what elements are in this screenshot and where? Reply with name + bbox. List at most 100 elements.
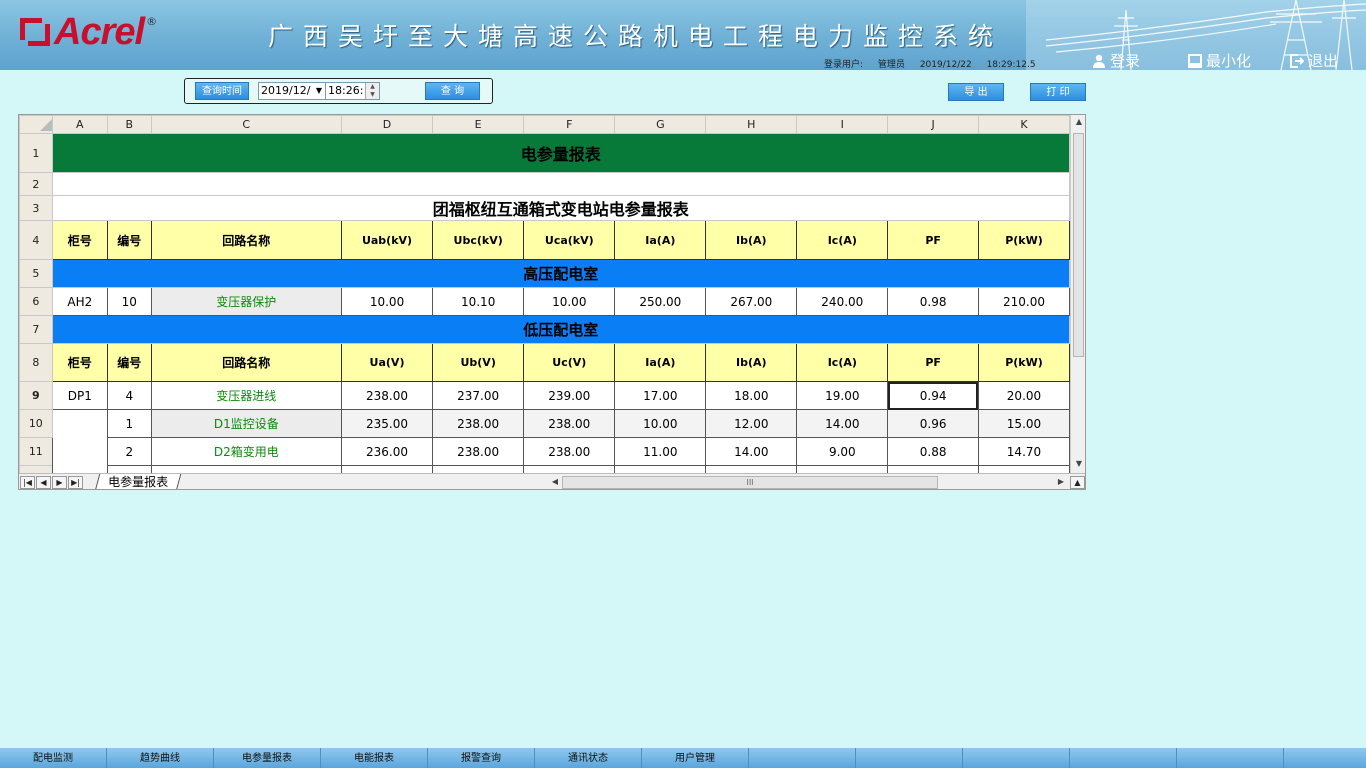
row-header[interactable]: 8: [19, 343, 53, 382]
dropdown-arrow-icon[interactable]: ▼: [316, 83, 322, 99]
header-cell[interactable]: Ua(V): [340, 343, 434, 382]
circuit-name-cell[interactable]: 变压器进线: [150, 381, 342, 410]
header-cell[interactable]: Uab(kV): [340, 220, 434, 260]
empty-cell[interactable]: [887, 465, 979, 473]
value-cell[interactable]: 14.00: [705, 437, 798, 466]
circuit-name-cell[interactable]: 变压器保护: [150, 287, 342, 316]
first-sheet-icon[interactable]: |◀: [20, 476, 35, 489]
cabinet-cell[interactable]: AH2: [51, 287, 109, 316]
value-cell[interactable]: 237.00: [432, 381, 525, 410]
value-cell[interactable]: 10.00: [523, 287, 616, 316]
scroll-up-corner-icon[interactable]: ▲: [1070, 476, 1085, 489]
query-button[interactable]: 查 询: [425, 82, 480, 100]
header-cell[interactable]: P(kW): [977, 343, 1070, 382]
scroll-thumb[interactable]: [1073, 133, 1084, 357]
circuit-name-cell[interactable]: D2箱变用电: [150, 437, 342, 466]
value-cell[interactable]: 20.00: [977, 381, 1070, 410]
time-spinner[interactable]: ▲ ▼: [365, 83, 379, 99]
value-cell[interactable]: 0.88: [887, 437, 979, 466]
value-cell[interactable]: 18.00: [705, 381, 798, 410]
value-cell[interactable]: 17.00: [614, 381, 707, 410]
column-header[interactable]: I: [796, 115, 889, 134]
empty-cell[interactable]: [523, 465, 616, 473]
value-cell[interactable]: 19.00: [796, 381, 889, 410]
nav-empty[interactable]: [749, 748, 856, 768]
sheet-tab-active[interactable]: 电参量报表: [94, 474, 182, 489]
value-cell[interactable]: 10.10: [432, 287, 525, 316]
empty-cell[interactable]: [107, 465, 152, 473]
value-cell[interactable]: 15.00: [977, 409, 1070, 438]
value-cell[interactable]: 238.00: [340, 381, 434, 410]
value-cell[interactable]: 238.00: [523, 437, 616, 466]
value-cell[interactable]: 238.00: [523, 409, 616, 438]
header-cell[interactable]: 回路名称: [150, 343, 342, 382]
row-header[interactable]: 6: [19, 287, 53, 316]
query-time-button[interactable]: 查询时间: [195, 82, 249, 100]
row-header-selected[interactable]: 9: [19, 381, 53, 410]
header-cell[interactable]: P(kW): [977, 220, 1070, 260]
cabinet-cell[interactable]: [51, 409, 109, 473]
nav-energy-report[interactable]: 电能报表: [321, 748, 428, 768]
row-header[interactable]: 7: [19, 315, 53, 344]
header-cell[interactable]: Ic(A): [796, 220, 889, 260]
circuit-name-cell[interactable]: D1监控设备: [150, 409, 342, 438]
row-header[interactable]: 10: [19, 409, 53, 438]
exit-button[interactable]: 退出: [1290, 50, 1338, 70]
header-cell[interactable]: Uc(V): [523, 343, 616, 382]
value-cell[interactable]: 236.00: [340, 437, 434, 466]
row-header[interactable]: 2: [19, 172, 53, 196]
value-cell[interactable]: 14.00: [796, 409, 889, 438]
number-cell[interactable]: 1: [107, 409, 152, 438]
column-header[interactable]: H: [705, 115, 798, 134]
header-cell[interactable]: Ia(A): [614, 343, 707, 382]
scroll-right-icon[interactable]: ▶: [1053, 477, 1069, 486]
header-cell[interactable]: Ubc(kV): [432, 220, 525, 260]
empty-cell[interactable]: [977, 465, 1070, 473]
column-header[interactable]: F: [523, 115, 616, 134]
lv-section-title[interactable]: 低压配电室: [51, 315, 1070, 344]
value-cell[interactable]: 238.00: [432, 409, 525, 438]
header-cell[interactable]: PF: [887, 343, 979, 382]
nav-empty[interactable]: [1070, 748, 1177, 768]
nav-trend-curve[interactable]: 趋势曲线: [107, 748, 214, 768]
export-button[interactable]: 导 出: [948, 83, 1004, 101]
column-header[interactable]: D: [340, 115, 434, 134]
select-all-corner[interactable]: [19, 115, 53, 134]
header-cell[interactable]: 柜号: [51, 343, 109, 382]
number-cell[interactable]: 4: [107, 381, 152, 410]
value-cell[interactable]: 240.00: [796, 287, 889, 316]
column-header[interactable]: C: [150, 115, 342, 134]
nav-empty[interactable]: [856, 748, 963, 768]
row-header[interactable]: 4: [19, 220, 53, 260]
header-cell[interactable]: 柜号: [51, 220, 109, 260]
nav-electrical-report[interactable]: 电参量报表: [214, 748, 321, 768]
row-header[interactable]: 5: [19, 259, 53, 288]
column-header[interactable]: K: [977, 115, 1070, 134]
minimize-button[interactable]: 最小化: [1188, 50, 1251, 70]
report-subtitle[interactable]: 团福枢纽互通箱式变电站电参量报表: [51, 195, 1070, 221]
empty-cell[interactable]: [705, 465, 798, 473]
time-picker[interactable]: 18:26: ▲ ▼: [325, 82, 380, 100]
value-cell[interactable]: 235.00: [340, 409, 434, 438]
header-cell[interactable]: 编号: [107, 343, 152, 382]
value-cell[interactable]: 210.00: [977, 287, 1070, 316]
value-cell[interactable]: 10.00: [340, 287, 434, 316]
value-cell[interactable]: 11.00: [614, 437, 707, 466]
empty-cell[interactable]: [51, 172, 1070, 196]
empty-cell[interactable]: [796, 465, 889, 473]
last-sheet-icon[interactable]: ▶|: [68, 476, 83, 489]
report-title[interactable]: 电参量报表: [51, 133, 1070, 173]
prev-sheet-icon[interactable]: ◀: [36, 476, 51, 489]
row-header[interactable]: [19, 465, 53, 473]
number-cell[interactable]: 2: [107, 437, 152, 466]
value-cell[interactable]: 267.00: [705, 287, 798, 316]
header-cell[interactable]: Ub(V): [432, 343, 525, 382]
date-picker[interactable]: 2019/12/ ▼: [258, 82, 326, 100]
nav-empty[interactable]: [1177, 748, 1284, 768]
value-cell[interactable]: 238.00: [432, 437, 525, 466]
value-cell[interactable]: 239.00: [523, 381, 616, 410]
row-header[interactable]: 1: [19, 133, 53, 173]
column-header[interactable]: B: [107, 115, 152, 134]
spin-down-icon[interactable]: ▼: [366, 91, 379, 99]
header-cell[interactable]: PF: [887, 220, 979, 260]
